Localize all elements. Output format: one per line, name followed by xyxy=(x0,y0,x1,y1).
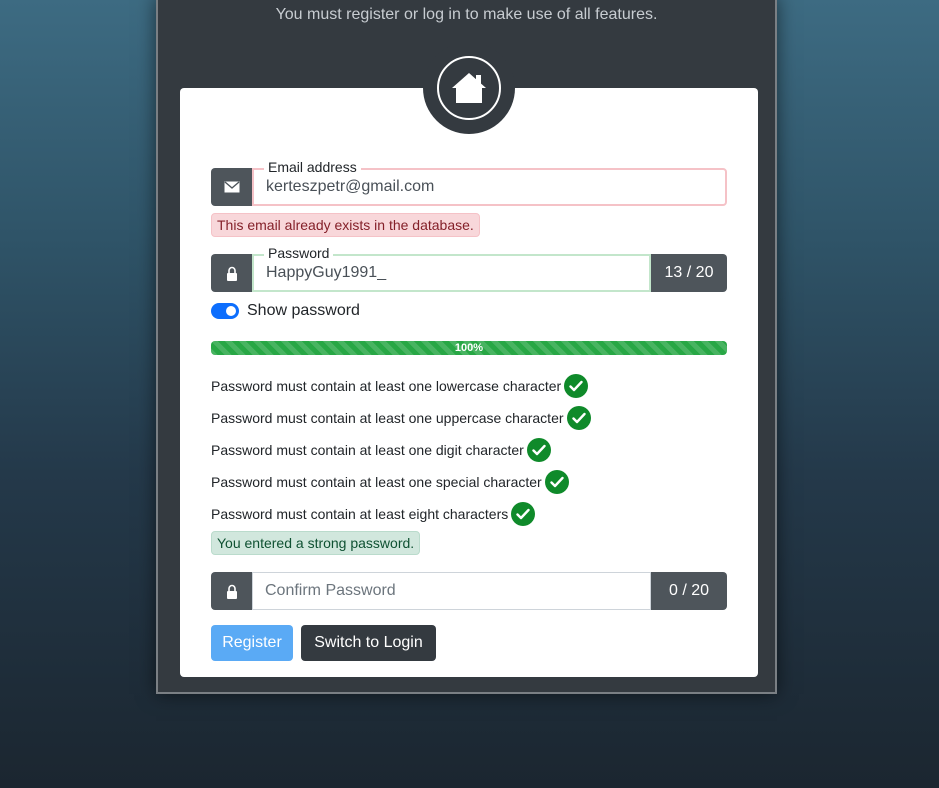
confirm-password-input[interactable]: Confirm Password xyxy=(252,572,651,610)
password-rule-item: Password must contain at least one speci… xyxy=(211,466,591,498)
lock-icon xyxy=(211,572,252,610)
envelope-icon xyxy=(211,168,252,206)
email-error-alert: This email already exists in the databas… xyxy=(211,213,480,237)
password-rules-list: Password must contain at least one lower… xyxy=(211,370,591,530)
checkmark-icon xyxy=(566,406,591,430)
password-rule-text: Password must contain at least one speci… xyxy=(211,474,542,490)
password-rule-item: Password must contain at least one upper… xyxy=(211,402,591,434)
password-rule-item: Password must contain at least one digit… xyxy=(211,434,591,466)
email-input[interactable]: Email address kerteszpetr@gmail.com xyxy=(252,159,727,206)
password-rule-text: Password must contain at least eight cha… xyxy=(211,506,509,522)
confirm-password-char-counter: 0 / 20 xyxy=(651,572,727,610)
password-input[interactable]: Password HappyGuy1991_ xyxy=(252,245,651,292)
password-strength-bar: 100% xyxy=(211,341,727,355)
checkmark-icon xyxy=(544,470,569,494)
logo-badge xyxy=(423,42,515,134)
register-button[interactable]: Register xyxy=(211,625,293,661)
checkmark-icon xyxy=(526,438,551,462)
email-field-group: Email address kerteszpetr@gmail.com xyxy=(211,159,727,206)
password-value: HappyGuy1991_ xyxy=(266,264,387,281)
checkmark-icon xyxy=(564,374,589,398)
password-rule-text: Password must contain at least one digit… xyxy=(211,442,524,458)
password-char-counter: 13 / 20 xyxy=(651,254,727,292)
show-password-label: Show password xyxy=(247,302,360,319)
email-label: Email address xyxy=(264,159,361,175)
password-rule-item: Password must contain at least eight cha… xyxy=(211,498,591,530)
password-label: Password xyxy=(264,245,334,261)
password-strength-progress: 100% xyxy=(211,341,727,355)
show-password-switch[interactable] xyxy=(211,303,239,319)
checkmark-icon xyxy=(511,502,536,526)
confirm-password-field-group: Confirm Password 0 / 20 xyxy=(211,572,727,610)
password-rule-text: Password must contain at least one lower… xyxy=(211,378,562,394)
password-rule-item: Password must contain at least one lower… xyxy=(211,370,591,402)
show-password-toggle-row: Show password xyxy=(211,302,360,320)
password-rule-text: Password must contain at least one upper… xyxy=(211,410,564,426)
email-value: kerteszpetr@gmail.com xyxy=(266,178,435,195)
password-field-group: Password HappyGuy1991_ 13 / 20 xyxy=(211,245,727,292)
intro-text: You must register or log in to make use … xyxy=(275,6,658,23)
home-icon xyxy=(452,73,486,103)
confirm-password-placeholder: Confirm Password xyxy=(265,582,396,599)
switch-to-login-button[interactable]: Switch to Login xyxy=(301,625,436,661)
logo-ring xyxy=(437,56,501,120)
strong-password-alert: You entered a strong password. xyxy=(211,531,421,555)
lock-icon xyxy=(211,254,252,292)
